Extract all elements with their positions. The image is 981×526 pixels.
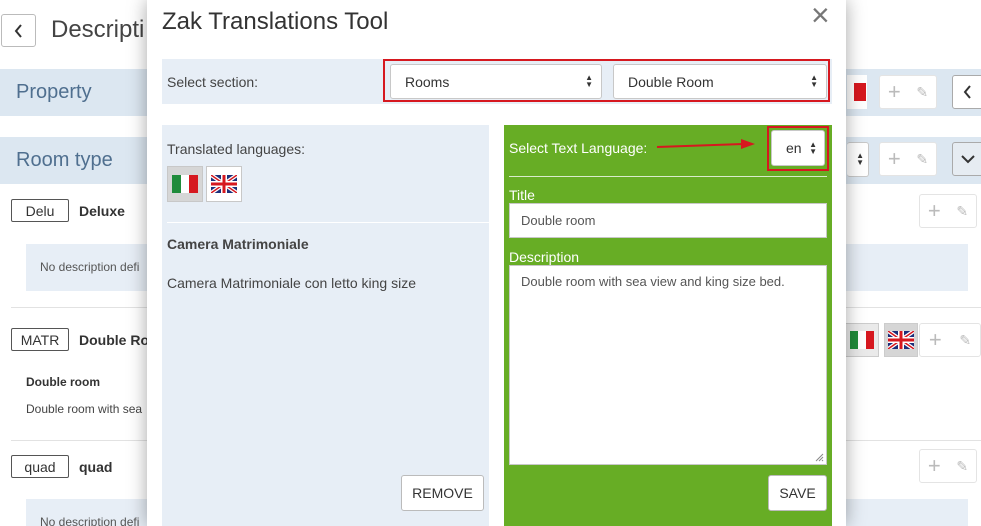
add-icon[interactable]: + <box>929 327 942 353</box>
room-type-actions: + ✎ <box>879 142 937 176</box>
room-actions: + ✎ <box>919 194 977 228</box>
select-text-language-label: Select Text Language: <box>509 140 648 156</box>
italy-flag-icon <box>172 175 198 193</box>
edit-translation-panel: Select Text Language: en ▲▼ Title Descri… <box>504 125 832 526</box>
translated-languages-panel: Translated languages: Camera Matrimonial… <box>162 125 489 526</box>
add-icon[interactable]: + <box>888 146 901 172</box>
modal-title: Zak Translations Tool <box>162 8 389 35</box>
edit-icon[interactable]: ✎ <box>956 458 968 475</box>
room-actions: + ✎ <box>919 323 981 357</box>
chevron-down-icon <box>961 155 975 164</box>
uk-flag-icon <box>211 175 237 193</box>
translation-description: Camera Matrimoniale con letto king size <box>167 275 416 291</box>
collapse-button[interactable] <box>952 75 981 109</box>
uk-flag-icon <box>888 331 914 349</box>
save-button[interactable]: SAVE <box>768 475 827 511</box>
language-select-value: en <box>786 140 802 156</box>
language-select[interactable]: en ▲ ▼ <box>771 130 825 166</box>
add-icon[interactable]: + <box>928 453 941 479</box>
item-select[interactable]: Double Room ▲ ▼ <box>613 64 827 99</box>
uk-flag-button[interactable] <box>884 323 918 357</box>
edit-icon[interactable]: ✎ <box>916 151 928 168</box>
room-name: quad <box>79 459 113 475</box>
translated-languages-label: Translated languages: <box>167 141 306 157</box>
room-type-section-label: Room type <box>16 149 113 171</box>
item-select-value: Double Room <box>628 73 714 90</box>
italy-flag-icon <box>850 331 874 349</box>
italy-flag-icon <box>848 83 866 101</box>
translations-modal: Zak Translations Tool × Select section: … <box>147 0 846 526</box>
italy-flag-button[interactable] <box>167 166 203 202</box>
room-translation-title: Double room <box>26 375 100 389</box>
description-text: Double room with sea view and king size … <box>521 274 785 289</box>
room-code: MATR <box>11 328 69 351</box>
select-caret-icon: ▲ ▼ <box>585 73 593 89</box>
section-select-value: Rooms <box>405 73 450 90</box>
uk-flag-button[interactable] <box>206 166 242 202</box>
add-icon[interactable]: + <box>888 79 901 105</box>
resize-grip-icon[interactable] <box>815 453 824 462</box>
translation-title: Camera Matrimoniale <box>167 236 309 252</box>
back-button[interactable] <box>1 14 36 47</box>
close-icon[interactable]: × <box>811 0 830 31</box>
property-actions: + ✎ <box>879 75 937 109</box>
edit-icon[interactable]: ✎ <box>959 332 971 349</box>
red-arrow-icon <box>657 139 755 149</box>
title-label: Title <box>509 187 535 203</box>
room-type-select-edge[interactable]: ▲ ▼ <box>847 142 869 177</box>
title-input[interactable] <box>509 203 827 238</box>
italy-flag-button[interactable] <box>845 323 879 357</box>
italy-flag-button[interactable] <box>847 75 867 109</box>
room-name: Double Ro <box>79 332 149 348</box>
property-section-label: Property <box>16 81 92 103</box>
divider <box>509 176 827 177</box>
select-caret-icon: ▲ ▼ <box>809 140 817 156</box>
select-section-label: Select section: <box>167 74 259 90</box>
chevron-left-icon <box>963 85 971 99</box>
room-description: Double room with sea <box>26 402 143 416</box>
add-icon[interactable]: + <box>928 198 941 224</box>
section-select[interactable]: Rooms ▲ ▼ <box>390 64 602 99</box>
room-name: Deluxe <box>79 203 125 219</box>
page-title: Descripti <box>51 16 145 43</box>
select-caret-icon: ▲ ▼ <box>856 151 864 167</box>
room-code: Delu <box>11 199 69 222</box>
divider <box>167 222 489 223</box>
description-textarea[interactable]: Double room with sea view and king size … <box>509 265 827 465</box>
description-label: Description <box>509 249 580 265</box>
expand-button[interactable] <box>952 142 981 176</box>
room-description: No description defi <box>40 260 140 274</box>
room-code: quad <box>11 455 69 478</box>
chevron-left-icon <box>14 23 22 38</box>
select-caret-icon: ▲ ▼ <box>810 73 818 89</box>
remove-button[interactable]: REMOVE <box>401 475 484 511</box>
edit-icon[interactable]: ✎ <box>916 84 928 101</box>
room-description: No description defi <box>40 515 140 526</box>
room-actions: + ✎ <box>919 449 977 483</box>
edit-icon[interactable]: ✎ <box>956 203 968 220</box>
